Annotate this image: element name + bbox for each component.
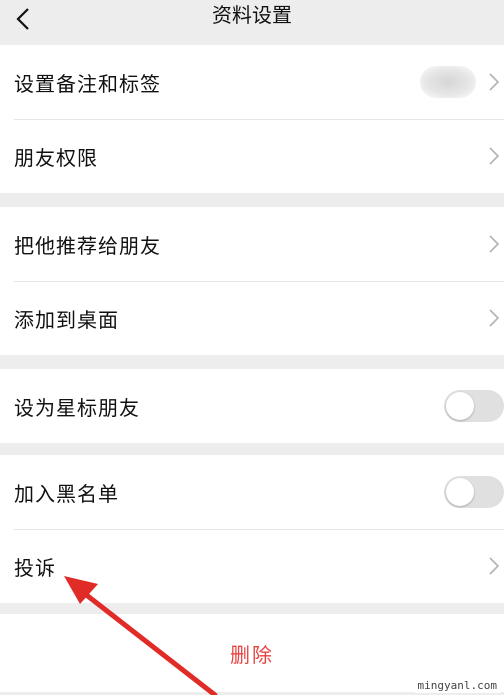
recommend-to-friend-label: 把他推荐给朋友	[14, 233, 161, 258]
chevron-right-icon	[489, 557, 500, 575]
toggle-knob	[446, 392, 474, 420]
chevron-right-icon	[489, 235, 500, 253]
blacklist-row: 加入黑名单	[0, 455, 504, 529]
friend-permissions-label: 朋友权限	[14, 145, 98, 170]
blurred-remark-value	[420, 66, 476, 98]
watermark: mingyanl.com	[414, 678, 500, 693]
chevron-right-icon	[489, 147, 500, 165]
delete-label: 删除	[230, 642, 274, 667]
chevron-right-icon	[489, 73, 500, 91]
settings-group-4: 加入黑名单 投诉	[0, 455, 504, 603]
toggle-knob	[446, 478, 474, 506]
complain-row[interactable]: 投诉	[0, 529, 504, 603]
settings-group-3: 设为星标朋友	[0, 369, 504, 443]
recommend-to-friend-row[interactable]: 把他推荐给朋友	[0, 207, 504, 281]
chevron-right-icon	[489, 309, 500, 327]
add-to-desktop-label: 添加到桌面	[14, 307, 119, 332]
nav-bar: 资料设置	[0, 0, 504, 44]
star-friend-row: 设为星标朋友	[0, 369, 504, 443]
remark-and-tags-row[interactable]: 设置备注和标签	[0, 45, 504, 119]
settings-group-1: 设置备注和标签 朋友权限	[0, 45, 504, 193]
remark-and-tags-label: 设置备注和标签	[14, 71, 161, 96]
star-friend-label: 设为星标朋友	[14, 395, 140, 420]
blacklist-label: 加入黑名单	[14, 481, 119, 506]
star-friend-toggle[interactable]	[444, 390, 504, 422]
settings-group-2: 把他推荐给朋友 添加到桌面	[0, 207, 504, 355]
add-to-desktop-row[interactable]: 添加到桌面	[0, 281, 504, 355]
complain-label: 投诉	[14, 555, 56, 580]
blacklist-toggle[interactable]	[444, 476, 504, 508]
page-title: 资料设置	[212, 3, 292, 27]
friend-permissions-row[interactable]: 朋友权限	[0, 119, 504, 193]
